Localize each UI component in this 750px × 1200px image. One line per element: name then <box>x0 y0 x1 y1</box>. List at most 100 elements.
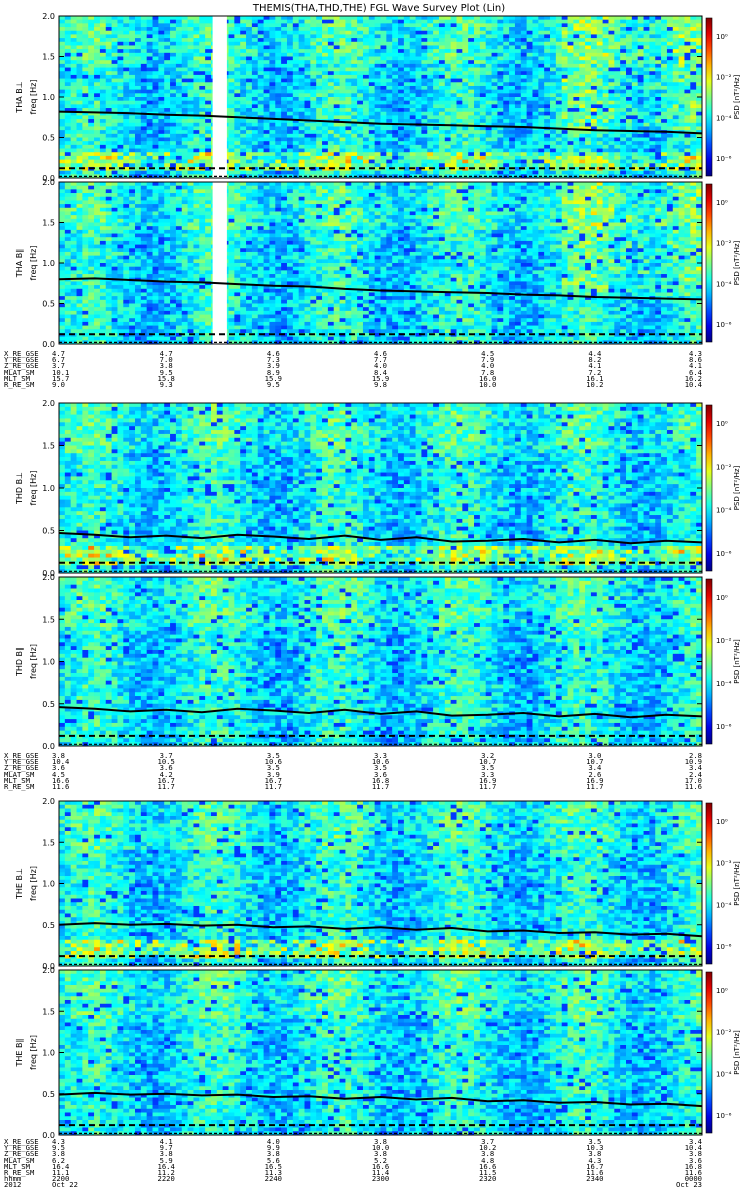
spectrogram-cell <box>234 152 241 157</box>
spectrogram-cell <box>170 63 177 68</box>
spectrogram-cell <box>684 85 691 90</box>
spectrogram-cell <box>643 56 650 61</box>
spectrogram-cell <box>76 182 83 186</box>
spectrogram-cell <box>292 137 299 142</box>
spectrogram-cell <box>310 148 317 153</box>
spectrogram-cell <box>415 126 422 131</box>
spectrogram-cell <box>105 152 112 157</box>
spectrogram-cell <box>631 152 638 157</box>
spectrogram-cell <box>310 34 317 39</box>
spectrogram-cell <box>526 115 533 120</box>
spectrogram-cell <box>76 104 83 109</box>
spectrogram-cell <box>187 133 194 138</box>
spectrogram-cell <box>614 152 621 157</box>
spectrogram-cell <box>532 67 539 72</box>
spectrogram-cell <box>286 137 294 142</box>
spectrogram-cell <box>281 85 288 90</box>
spectrogram-cell <box>64 89 71 94</box>
spectrogram-cell <box>386 104 393 109</box>
spectrogram-cell <box>275 126 282 131</box>
spectrogram-cell <box>117 82 124 87</box>
spectrogram-cell <box>234 38 241 43</box>
spectrogram-cell <box>228 144 235 149</box>
spectrogram-cell <box>275 148 282 153</box>
spectrogram-cell <box>450 52 457 57</box>
spectrogram-cell <box>672 93 679 98</box>
spectrogram-cell <box>555 34 563 39</box>
spectrogram-cell <box>281 71 288 76</box>
spectrogram-cell <box>59 71 66 76</box>
spectrogram-cell <box>251 152 259 157</box>
spectrogram-cell <box>187 85 194 90</box>
spectrogram-cell <box>497 27 504 32</box>
spectrogram-cell <box>82 133 89 138</box>
spectrogram-cell <box>398 130 405 135</box>
spectrogram-cell <box>70 292 77 297</box>
spectrogram-cell <box>234 56 241 61</box>
spectrogram-cell <box>327 74 335 79</box>
spectrogram-cell <box>579 152 586 157</box>
spectrogram-cell <box>602 38 609 43</box>
spectrogram-cell <box>88 67 95 72</box>
spectrogram-cell <box>637 152 644 157</box>
spectrogram-cell <box>474 60 481 65</box>
spectrogram-cell <box>339 60 346 65</box>
spectrogram-cell <box>444 19 451 24</box>
spectrogram-cell <box>281 148 288 153</box>
spectrogram-cell <box>70 19 77 24</box>
spectrogram-cell <box>479 170 487 175</box>
spectrogram-cell <box>129 27 136 32</box>
spectrogram-cell <box>76 155 83 160</box>
spectrogram-cell <box>59 60 66 65</box>
spectrogram-cell <box>427 152 434 157</box>
spectrogram-cell <box>298 52 305 57</box>
spectrogram-cell <box>99 152 107 157</box>
spectrogram-cell <box>327 97 335 101</box>
spectrogram-cell <box>380 126 387 131</box>
spectrogram-cell <box>286 30 294 35</box>
spectrogram-cell <box>514 49 522 54</box>
spectrogram-cell <box>82 144 89 149</box>
spectrogram-cell <box>672 63 679 68</box>
spectrogram-cell <box>462 63 469 68</box>
spectrogram-cell <box>158 159 165 164</box>
spectrogram-cell <box>76 126 83 131</box>
spectrogram-cell <box>485 19 492 24</box>
spectrogram-cell <box>123 119 130 124</box>
spectrogram-cell <box>485 63 492 68</box>
spectrogram-cell <box>421 27 428 32</box>
spectrogram-cell <box>292 148 299 153</box>
spectrogram-cell <box>585 85 592 90</box>
spectrogram-cell <box>403 74 411 79</box>
spectrogram-cell <box>304 137 311 142</box>
spectrogram-cell <box>281 126 288 131</box>
spectrogram-cell <box>550 155 557 160</box>
spectrogram-cell <box>479 119 487 124</box>
spectrogram-cell <box>649 60 656 65</box>
colorbar-tick: 10⁻⁶ <box>716 155 732 163</box>
spectrogram-cell <box>497 93 504 98</box>
spectrogram-cell <box>550 78 557 83</box>
spectrogram-cell <box>181 89 188 94</box>
spectrogram-cell <box>123 23 130 28</box>
spectrogram-cell <box>134 78 142 83</box>
spectrogram-cell <box>310 16 317 20</box>
spectrogram-cell <box>170 19 177 24</box>
spectrogram-cell <box>374 155 381 160</box>
spectrogram-cell <box>678 115 685 120</box>
spectrogram-cell <box>240 49 247 54</box>
spectrogram-cell <box>538 155 545 160</box>
spectrogram-cell <box>99 41 107 46</box>
spectrogram-cell <box>339 52 346 57</box>
spectrogram-cell <box>386 49 393 54</box>
spectrogram-cell <box>579 111 586 116</box>
spectrogram-cell <box>602 133 609 138</box>
spectrogram-cell <box>76 74 83 79</box>
spectrogram-cell <box>286 45 294 50</box>
spectrogram-cell <box>649 148 656 153</box>
spectrogram-cell <box>327 63 335 68</box>
spectrogram-cell <box>696 41 703 46</box>
spectrogram-cell <box>123 104 130 109</box>
spectrogram-cell <box>661 97 668 101</box>
spectrogram-cell <box>158 82 165 87</box>
